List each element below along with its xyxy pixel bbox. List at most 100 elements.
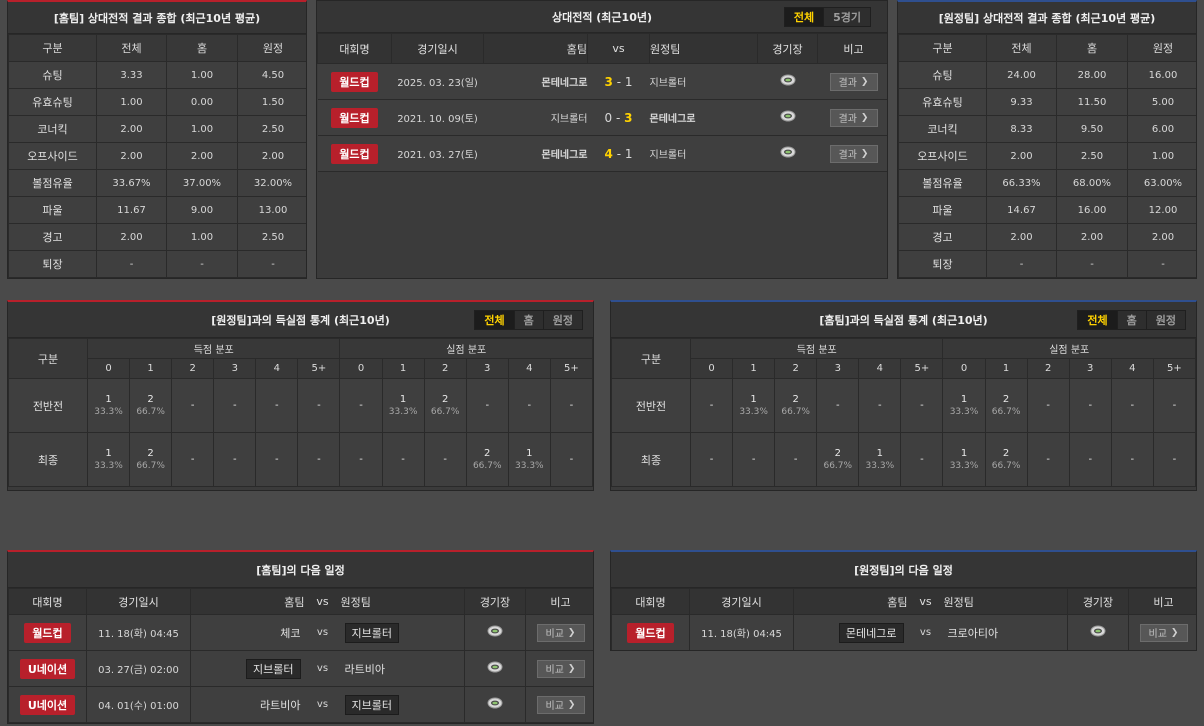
conceded-cell: - (1026, 378, 1070, 433)
schedule-row: U네이션 03. 27(금) 02:00 지브롤터 vs 라트비아 비교 ❯ (8, 650, 593, 687)
cell-percent: 33.3% (515, 460, 544, 471)
home-team[interactable]: 라트비아 (260, 699, 300, 712)
cell-count: - (1130, 453, 1135, 465)
away-team[interactable]: 지브롤터 (344, 622, 399, 643)
stat-value: 33.67% (96, 169, 167, 197)
conceded-cell: - (1068, 432, 1112, 487)
away-team[interactable]: 라트비아 (345, 663, 385, 676)
compare-button[interactable]: 비교 ❯ (536, 623, 585, 642)
home-team[interactable]: 몬테네그로 (838, 622, 904, 643)
bucket-header: 1 (984, 358, 1028, 379)
stat-value: - (1056, 250, 1128, 278)
away-team[interactable]: 지브롤터 (649, 135, 758, 172)
col-header: 경기일시 (86, 588, 191, 615)
compare-button[interactable]: 비교 ❯ (1139, 623, 1188, 642)
stat-value: 24.00 (986, 61, 1057, 89)
tab-away[interactable]: 원정 (542, 311, 582, 329)
cell-count: 2 (792, 393, 799, 405)
scored-header: 득점 분포 (689, 338, 944, 359)
league-cell: 월드컵 (611, 614, 690, 650)
stadium-icon[interactable] (487, 625, 503, 637)
tab-all[interactable]: 전체 (784, 8, 824, 26)
stat-value: 2.50 (237, 115, 306, 143)
result-button[interactable]: 결과 ❯ (829, 144, 878, 163)
away-goals-tabs: 전체 홈 원정 (1077, 310, 1186, 330)
stadium-icon[interactable] (487, 661, 503, 673)
chevron-right-icon: ❯ (1170, 627, 1179, 638)
home-team[interactable]: 지브롤터 (483, 99, 588, 136)
stadium-icon[interactable] (780, 74, 796, 86)
away-team[interactable]: 지브롤터 (649, 63, 758, 100)
away-team[interactable]: 크로아티아 (948, 627, 999, 640)
away-team[interactable]: 몬테네그로 (649, 99, 758, 136)
cell-count: 1 (750, 393, 757, 405)
bucket-header: 4 (255, 358, 299, 379)
home-team[interactable]: 체코 (280, 627, 300, 640)
note-cell: 비교 ❯ (525, 614, 593, 651)
cell-count: - (317, 399, 321, 411)
home-team[interactable]: 지브롤터 (246, 658, 301, 679)
stadium-icon[interactable] (487, 697, 503, 709)
bucket-header: 2 (1026, 358, 1070, 379)
stat-value: 2.00 (96, 115, 167, 143)
cell-count: - (793, 453, 798, 465)
scored-cell: - (689, 432, 734, 487)
vs-label: vs (907, 614, 944, 650)
tab-all[interactable]: 전체 (1078, 311, 1117, 329)
stat-value: 1.00 (166, 61, 238, 89)
venue-cell (757, 63, 818, 100)
stat-value: 1.00 (96, 88, 167, 116)
result-button[interactable]: 결과 ❯ (829, 108, 878, 127)
label-header: 구분 (611, 338, 691, 379)
stadium-icon[interactable] (780, 110, 796, 122)
bucket-header: 3 (465, 358, 509, 379)
stat-value: 66.33% (986, 169, 1057, 197)
tab-away[interactable]: 원정 (1145, 311, 1185, 329)
score: 4 - 1 (587, 135, 650, 172)
league-badge: 월드컵 (24, 622, 71, 643)
conceded-cell: 1 33.3% (942, 378, 986, 433)
away-team[interactable]: 지브롤터 (344, 694, 399, 715)
tab-5-games[interactable]: 5경기 (823, 8, 870, 26)
stadium-icon[interactable] (1090, 625, 1106, 637)
scored-cell: 1 33.3% (858, 432, 902, 487)
head-to-head-title: 상대전적 (최근10년) 전체 5경기 (317, 1, 887, 33)
home-goals-title: [원정팀]과의 득실점 통계 (최근10년) 전체 홈 원정 (8, 302, 593, 338)
tab-all[interactable]: 전체 (475, 311, 514, 329)
home-score: 3 (604, 74, 613, 89)
stadium-icon[interactable] (780, 146, 796, 158)
conceded-cell: - (507, 378, 551, 433)
cell-percent: 66.7% (991, 406, 1021, 417)
match-date: 2021. 03. 27(토) (391, 135, 484, 172)
home-team[interactable]: 몬테네그로 (483, 135, 588, 172)
home-team[interactable]: 몬테네그로 (483, 63, 588, 100)
table-row: 경고 2.00 2.00 2.00 (898, 223, 1196, 251)
chevron-right-icon: ❯ (567, 627, 576, 638)
home-next-panel: [홈팀]의 다음 일정 대회명 경기일시 홈팀 vs 원정팀 경기장 비고 월드… (7, 550, 594, 724)
score: 3 - 1 (587, 63, 650, 100)
away-goals-table: 구분 득점 분포 실점 분포 0 1 2 3 4 5+ 0 1 2 3 4 5+ 전반전 -1 33.3%… (611, 338, 1196, 487)
compare-button[interactable]: 비교 ❯ (536, 659, 585, 678)
compare-button[interactable]: 비교 ❯ (536, 695, 585, 714)
cell-count: - (190, 399, 195, 411)
result-button[interactable]: 결과 ❯ (829, 72, 878, 91)
table-row: 전반전 -1 33.3% 2 66.7% - - -1 33.3% 2 66.7% - - - - (611, 378, 1196, 433)
row-label: 오프사이드 (8, 142, 97, 170)
col-header: vs (907, 588, 944, 615)
cell-count: - (1088, 399, 1093, 411)
tab-home[interactable]: 홈 (513, 311, 543, 329)
cell-count: - (359, 453, 363, 465)
stat-value: 3.33 (96, 61, 167, 89)
league-cell: 월드컵 (317, 63, 392, 100)
row-label: 파울 (8, 196, 97, 224)
home-team-cell: 지브롤터 (190, 650, 305, 687)
venue-cell (464, 614, 526, 651)
bucket-header: 3 (213, 358, 257, 379)
match-row: 월드컵 2021. 03. 27(토) 몬테네그로 4 - 1 지브롤터 결과 ❯ (317, 135, 887, 172)
cell-count: - (527, 399, 532, 411)
head-to-head-panel: 상대전적 (최근10년) 전체 5경기 대회명 경기일시 홈팀 vs 원정팀 경… (316, 0, 888, 279)
conceded-cell: - (465, 378, 509, 433)
cell-percent: 33.3% (94, 406, 123, 417)
tab-home[interactable]: 홈 (1116, 311, 1146, 329)
away-score: 3 (624, 110, 633, 125)
